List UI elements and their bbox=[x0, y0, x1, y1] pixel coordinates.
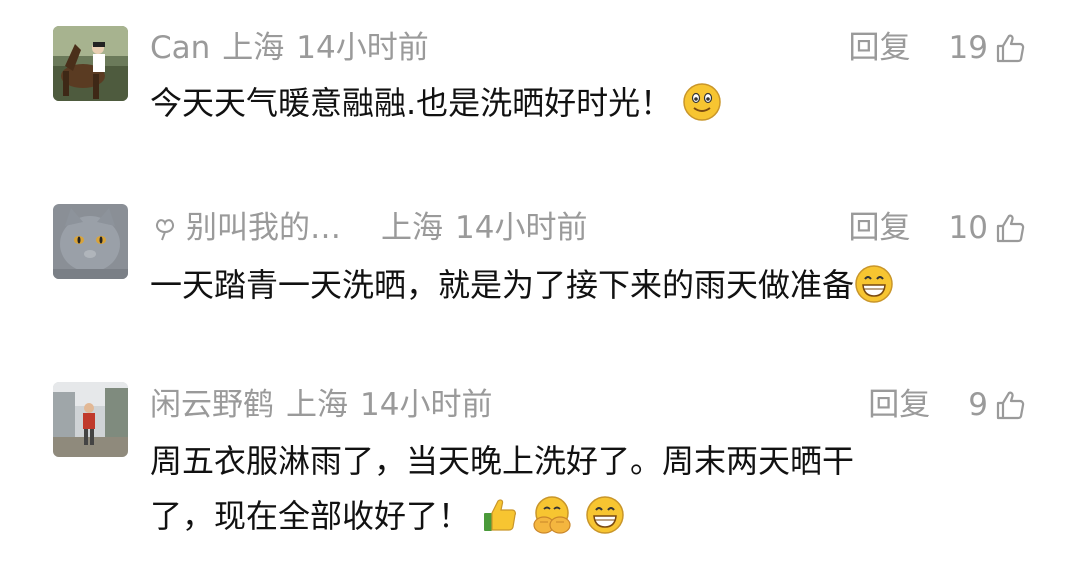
thumbs-up-icon[interactable] bbox=[994, 212, 1026, 244]
avatar[interactable] bbox=[53, 26, 128, 101]
comment-body: 一天踏青一天洗晒，就是为了接下来的雨天做准备 bbox=[150, 266, 855, 304]
flower-icon bbox=[155, 219, 175, 241]
author-name[interactable]: 闲云野鹤 bbox=[150, 385, 274, 425]
avatar-horse-rider-image bbox=[53, 26, 128, 101]
comment-actions: 回复 19 bbox=[849, 28, 1026, 68]
author-name[interactable]: 别叫我的… bbox=[186, 208, 341, 248]
comment-meta: Can 上海 14小时前 bbox=[150, 28, 429, 68]
smile-emoji-icon bbox=[683, 83, 722, 121]
comment-meta: 闲云野鹤 上海 14小时前 bbox=[150, 385, 492, 425]
timestamp: 14小时前 bbox=[455, 210, 588, 246]
avatar[interactable] bbox=[53, 204, 128, 279]
avatar[interactable] bbox=[53, 382, 128, 457]
fist-hand-emoji-icon bbox=[533, 496, 571, 534]
comment-actions: 回复 9 bbox=[868, 385, 1026, 425]
reply-button[interactable]: 回复 bbox=[868, 385, 930, 425]
comment-actions: 回复 10 bbox=[849, 208, 1026, 248]
comment-body: 今天天气暖意融融.也是洗晒好时光！ bbox=[150, 84, 673, 122]
comment-text: 今天天气暖意融融.也是洗晒好时光！ bbox=[150, 80, 722, 126]
reply-button[interactable]: 回复 bbox=[849, 28, 911, 68]
avatar-cat-image bbox=[53, 204, 128, 279]
comment-text: 周五衣服淋雨了，当天晚上洗好了。周末两天晒干 bbox=[150, 438, 854, 484]
timestamp: 14小时前 bbox=[296, 30, 429, 66]
location: 上海 bbox=[286, 387, 348, 423]
grin-emoji-icon bbox=[855, 265, 893, 303]
like-count: 19 bbox=[948, 30, 988, 66]
like-count: 10 bbox=[948, 210, 988, 246]
comment-meta: 别叫我的… 上海 14小时前 bbox=[150, 208, 587, 248]
comment-text: 一天踏青一天洗晒，就是为了接下来的雨天做准备 bbox=[150, 262, 894, 308]
comment-body-line1: 周五衣服淋雨了，当天晚上洗好了。周末两天晒干 bbox=[150, 442, 855, 480]
grin-emoji-icon bbox=[585, 496, 624, 534]
comment-text: 了，现在全部收好了！ bbox=[150, 493, 625, 539]
timestamp: 14小时前 bbox=[360, 387, 493, 423]
location: 上海 bbox=[381, 210, 443, 246]
thumbs-up-icon[interactable] bbox=[994, 32, 1026, 64]
location: 上海 bbox=[222, 30, 285, 66]
like-count: 9 bbox=[968, 387, 988, 423]
thumbs-up-emoji-icon bbox=[484, 499, 517, 531]
thumbs-up-icon[interactable] bbox=[994, 389, 1026, 421]
author-name[interactable]: Can bbox=[150, 28, 210, 68]
comment-body-line2: 了，现在全部收好了！ bbox=[150, 497, 471, 535]
reply-button[interactable]: 回复 bbox=[849, 208, 911, 248]
avatar-person-image bbox=[53, 382, 128, 457]
